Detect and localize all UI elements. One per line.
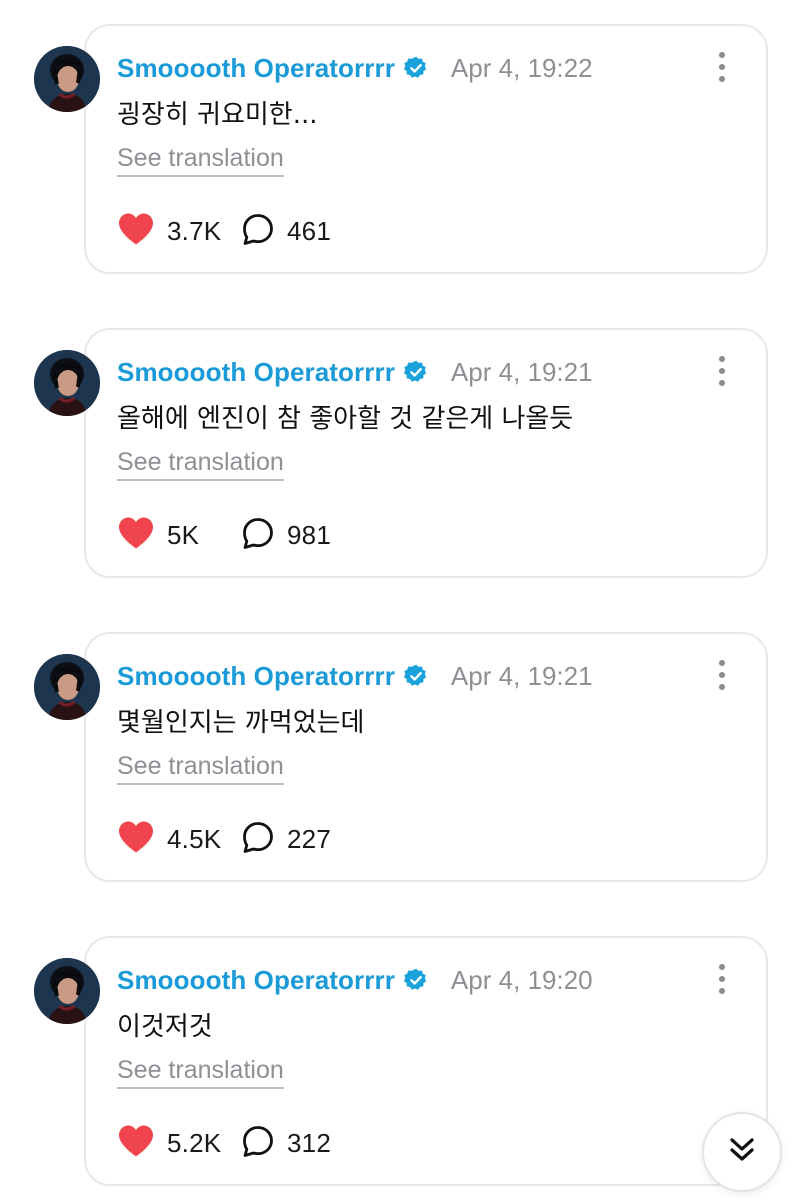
post-header: Smooooth Operatorrrr Apr 4, 19:20 (117, 962, 593, 998)
post-item: Smooooth Operatorrrr Apr 4, 19:20 이것저것 S… (0, 936, 803, 1192)
heart-icon (117, 212, 155, 250)
more-options-button[interactable] (712, 52, 732, 82)
more-vertical-icon (719, 660, 725, 666)
post-item: Smooooth Operatorrrr Apr 4, 19:21 올해에 엔진… (0, 328, 803, 584)
avatar[interactable] (34, 350, 100, 416)
post-item: Smooooth Operatorrrr Apr 4, 19:22 굉장히 귀요… (0, 24, 803, 280)
more-dot (719, 76, 725, 82)
like-button[interactable]: 3.7K (117, 212, 241, 250)
post-feed: Smooooth Operatorrrr Apr 4, 19:22 굉장히 귀요… (0, 0, 803, 1200)
more-dot (719, 988, 725, 994)
post-timestamp: Apr 4, 19:21 (450, 660, 593, 691)
post-text: 이것저것 (117, 1012, 213, 1042)
post-item: Smooooth Operatorrrr Apr 4, 19:21 몇월인지는 … (0, 632, 803, 888)
author-name[interactable]: Smooooth Operatorrrr (117, 661, 395, 692)
more-dot (719, 64, 725, 70)
heart-icon (117, 820, 155, 858)
more-options-button[interactable] (712, 356, 732, 386)
comment-count: 981 (287, 519, 331, 550)
comment-button[interactable]: 227 (241, 820, 331, 858)
double-chevron-down-icon (725, 1133, 759, 1171)
verified-badge-icon (403, 55, 429, 81)
heart-icon (117, 1124, 155, 1162)
more-options-button[interactable] (712, 964, 732, 994)
like-count: 5K (167, 519, 200, 550)
comment-button[interactable]: 981 (241, 516, 331, 554)
more-dot (719, 976, 725, 982)
comment-button[interactable]: 312 (241, 1124, 331, 1162)
post-actions: 4.5K 227 (117, 819, 331, 859)
more-vertical-icon (719, 356, 725, 362)
like-button[interactable]: 4.5K (117, 820, 241, 858)
more-vertical-icon (719, 964, 725, 970)
like-button[interactable]: 5.2K (117, 1124, 241, 1162)
speech-bubble-icon (241, 212, 275, 250)
author-name[interactable]: Smooooth Operatorrrr (117, 53, 395, 84)
post-text: 굉장히 귀요미한... (117, 100, 318, 130)
post-timestamp: Apr 4, 19:21 (450, 356, 593, 387)
verified-badge-icon (403, 663, 429, 689)
speech-bubble-icon (241, 516, 275, 554)
post-timestamp: Apr 4, 19:22 (450, 52, 593, 83)
comment-count: 227 (287, 823, 331, 854)
post-card[interactable]: Smooooth Operatorrrr Apr 4, 19:22 굉장히 귀요… (84, 24, 768, 274)
verified-badge-icon (403, 359, 429, 385)
post-header: Smooooth Operatorrrr Apr 4, 19:21 (117, 658, 593, 694)
speech-bubble-icon (241, 820, 275, 858)
more-dot (719, 672, 725, 678)
post-header: Smooooth Operatorrrr Apr 4, 19:21 (117, 354, 593, 390)
avatar[interactable] (34, 958, 100, 1024)
more-dot (719, 380, 725, 386)
post-text: 몇월인지는 까먹었는데 (117, 708, 365, 738)
comment-count: 461 (287, 215, 331, 246)
post-header: Smooooth Operatorrrr Apr 4, 19:22 (117, 50, 593, 86)
see-translation-link[interactable]: See translation (117, 448, 284, 481)
avatar[interactable] (34, 46, 100, 112)
post-timestamp: Apr 4, 19:20 (450, 964, 593, 995)
post-card[interactable]: Smooooth Operatorrrr Apr 4, 19:21 몇월인지는 … (84, 632, 768, 882)
post-actions: 5.2K 312 (117, 1123, 331, 1163)
verified-badge-icon (403, 967, 429, 993)
like-count: 4.5K (167, 823, 222, 854)
see-translation-link[interactable]: See translation (117, 144, 284, 177)
like-count: 5.2K (167, 1127, 222, 1158)
scroll-down-button[interactable] (702, 1112, 782, 1192)
post-card[interactable]: Smooooth Operatorrrr Apr 4, 19:21 올해에 엔진… (84, 328, 768, 578)
heart-icon (117, 516, 155, 554)
speech-bubble-icon (241, 1124, 275, 1162)
like-count: 3.7K (167, 215, 222, 246)
author-name[interactable]: Smooooth Operatorrrr (117, 965, 395, 996)
post-card[interactable]: Smooooth Operatorrrr Apr 4, 19:20 이것저것 S… (84, 936, 768, 1186)
like-button[interactable]: 5K (117, 516, 241, 554)
author-name[interactable]: Smooooth Operatorrrr (117, 357, 395, 388)
see-translation-link[interactable]: See translation (117, 752, 284, 785)
see-translation-link[interactable]: See translation (117, 1056, 284, 1089)
post-actions: 3.7K 461 (117, 211, 331, 251)
comment-count: 312 (287, 1127, 331, 1158)
comment-button[interactable]: 461 (241, 212, 331, 250)
post-text: 올해에 엔진이 참 좋아할 것 같은게 나올듯 (117, 404, 574, 434)
more-dot (719, 684, 725, 690)
post-actions: 5K 981 (117, 515, 331, 555)
more-dot (719, 368, 725, 374)
more-vertical-icon (719, 52, 725, 58)
more-options-button[interactable] (712, 660, 732, 690)
avatar[interactable] (34, 654, 100, 720)
